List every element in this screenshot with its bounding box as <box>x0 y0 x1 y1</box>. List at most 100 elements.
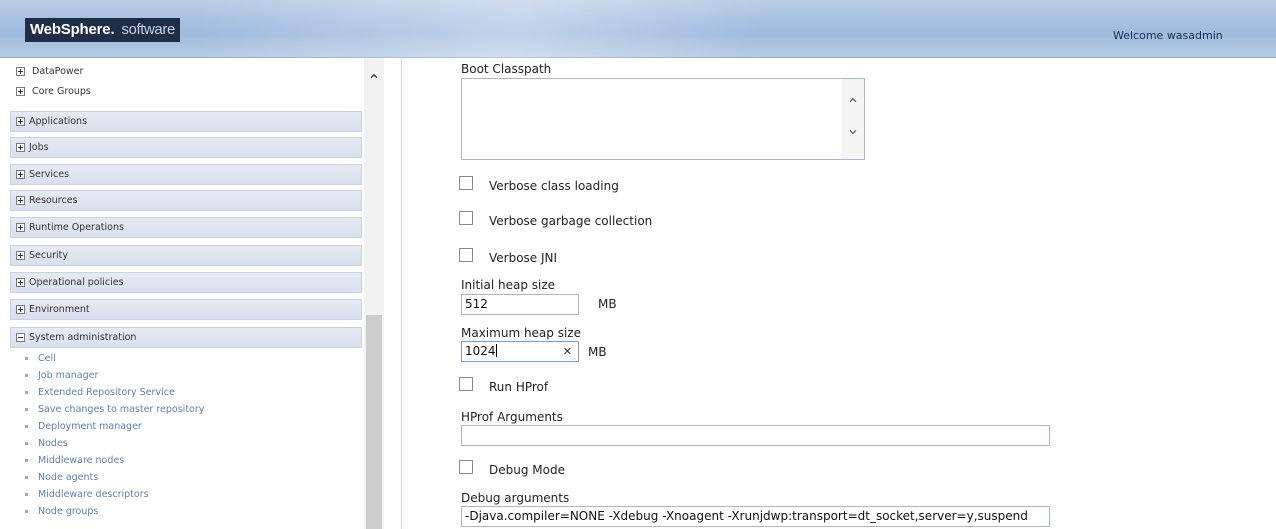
expand-icon[interactable] <box>16 143 25 152</box>
system-administration-list: Cell Job manager Extended Repository Ser… <box>25 350 355 520</box>
logo-brand: WebSphere. <box>25 18 120 42</box>
nav-link-label: Deployment manager <box>38 421 142 432</box>
expand-icon[interactable] <box>16 305 25 314</box>
verbose-jni-checkbox[interactable] <box>459 248 473 262</box>
max-heap-size-value: 1024 <box>465 344 496 358</box>
nav-link-deployment-manager[interactable]: Deployment manager <box>25 418 355 435</box>
banner: WebSphere. software Welcome wasadmin <box>0 0 1276 58</box>
nav-category-operational-policies[interactable]: Operational policies <box>10 272 362 293</box>
nav-category-resources[interactable]: Resources <box>10 190 362 211</box>
initial-heap-size-label: Initial heap size <box>461 278 556 292</box>
nav-link-label: Nodes <box>38 438 68 449</box>
debug-mode-label: Debug Mode <box>489 463 565 477</box>
max-heap-unit: MB <box>588 345 607 359</box>
nav-category-label: System administration <box>29 332 137 343</box>
bullet-icon <box>25 425 28 428</box>
nav-link-label: Extended Repository Service <box>38 387 175 398</box>
nav-link-node-agents[interactable]: Node agents <box>25 469 355 486</box>
bullet-icon <box>25 408 28 411</box>
expand-icon[interactable] <box>16 223 25 232</box>
scrollbar-thumb[interactable] <box>366 315 382 529</box>
nav-category-label: Applications <box>29 116 88 127</box>
textarea-scrollbar[interactable]: ⌃ ⌄ <box>842 79 864 159</box>
initial-heap-size-input[interactable]: 512 <box>461 294 579 315</box>
nav-link-label: Middleware nodes <box>38 455 125 466</box>
nav-link-label: Cell <box>38 353 56 364</box>
expand-icon[interactable] <box>16 278 25 287</box>
nav-category-applications[interactable]: Applications <box>10 111 362 132</box>
nav-category-security[interactable]: Security <box>10 245 362 266</box>
navigation-panel: DataPower Core Groups Applications Jobs … <box>0 59 388 529</box>
tree-node-label: DataPower <box>32 65 84 77</box>
nav-category-label: Security <box>29 250 69 261</box>
nav-category-label: Services <box>29 169 70 180</box>
tree-node-core-groups[interactable]: Core Groups <box>16 83 91 99</box>
tree-node-label: Core Groups <box>32 85 91 97</box>
navigation-tree: DataPower Core Groups Applications Jobs … <box>0 59 364 529</box>
verbose-jni-label: Verbose JNI <box>489 251 558 265</box>
welcome-text: Welcome wasadmin <box>1113 29 1223 42</box>
hprof-arguments-input[interactable] <box>461 425 1050 446</box>
initial-heap-unit: MB <box>598 297 617 311</box>
expand-icon[interactable] <box>16 170 25 179</box>
verbose-class-loading-checkbox[interactable] <box>459 176 473 190</box>
max-heap-size-input[interactable]: 1024 ✕ <box>461 341 579 362</box>
nav-category-label: Operational policies <box>29 277 124 288</box>
boot-classpath-label: Boot Classpath <box>461 62 552 76</box>
expand-icon[interactable] <box>16 196 25 205</box>
max-heap-size-label: Maximum heap size <box>461 326 581 340</box>
scroll-up-icon[interactable]: ⌃ <box>845 97 861 113</box>
expand-icon[interactable] <box>16 117 25 126</box>
bullet-icon <box>25 493 28 496</box>
bullet-icon <box>25 391 28 394</box>
expand-icon[interactable] <box>16 251 25 260</box>
scroll-up-icon[interactable]: ⌃ <box>366 73 382 89</box>
nav-link-label: Middleware descriptors <box>38 489 149 500</box>
hprof-arguments-label: HProf Arguments <box>461 410 563 424</box>
collapse-icon[interactable] <box>16 333 25 342</box>
verbose-gc-checkbox[interactable] <box>459 211 473 225</box>
bullet-icon <box>25 442 28 445</box>
nav-link-save-changes[interactable]: Save changes to master repository <box>25 401 355 418</box>
logo-product: software <box>119 18 180 42</box>
verbose-class-loading-label: Verbose class loading <box>489 179 619 193</box>
nav-category-label: Resources <box>29 195 78 206</box>
tree-node-datapower[interactable]: DataPower <box>16 63 83 79</box>
nav-link-extended-repository-service[interactable]: Extended Repository Service <box>25 384 355 401</box>
nav-category-label: Jobs <box>29 142 49 153</box>
expand-icon[interactable] <box>16 86 25 96</box>
nav-link-cell[interactable]: Cell <box>25 350 355 367</box>
bullet-icon <box>25 357 28 360</box>
nav-scrollbar[interactable]: ⌃ <box>364 59 384 529</box>
nav-link-job-manager[interactable]: Job manager <box>25 367 355 384</box>
debug-arguments-label: Debug arguments <box>461 491 570 505</box>
nav-link-nodes[interactable]: Nodes <box>25 435 355 452</box>
debug-mode-checkbox[interactable] <box>459 460 473 474</box>
nav-category-label: Environment <box>29 304 90 315</box>
nav-category-services[interactable]: Services <box>10 164 362 185</box>
nav-link-label: Job manager <box>38 370 99 381</box>
run-hprof-checkbox[interactable] <box>459 377 473 391</box>
nav-category-system-administration[interactable]: System administration <box>10 327 362 348</box>
boot-classpath-scroll-container: ⌃ ⌄ <box>461 78 865 160</box>
bullet-icon <box>25 510 28 513</box>
run-hprof-label: Run HProf <box>489 380 549 394</box>
bullet-icon <box>25 374 28 377</box>
nav-category-jobs[interactable]: Jobs <box>10 137 362 158</box>
nav-category-environment[interactable]: Environment <box>10 299 362 320</box>
panel-divider <box>401 59 402 529</box>
nav-link-middleware-descriptors[interactable]: Middleware descriptors <box>25 486 355 503</box>
nav-link-middleware-nodes[interactable]: Middleware nodes <box>25 452 355 469</box>
nav-link-label: Node groups <box>38 506 99 517</box>
text-caret <box>495 344 497 357</box>
websphere-logo: WebSphere. software <box>25 18 180 42</box>
nav-link-label: Save changes to master repository <box>38 404 205 415</box>
scroll-down-icon[interactable]: ⌄ <box>845 121 861 137</box>
clear-input-icon[interactable]: ✕ <box>563 345 572 358</box>
debug-arguments-input[interactable]: -Djava.compiler=NONE -Xdebug -Xnoagent -… <box>461 506 1050 527</box>
nav-category-runtime-operations[interactable]: Runtime Operations <box>10 217 362 238</box>
nav-link-label: Node agents <box>38 472 99 483</box>
verbose-gc-label: Verbose garbage collection <box>489 214 653 228</box>
expand-icon[interactable] <box>16 66 25 76</box>
nav-link-node-groups[interactable]: Node groups <box>25 503 355 520</box>
